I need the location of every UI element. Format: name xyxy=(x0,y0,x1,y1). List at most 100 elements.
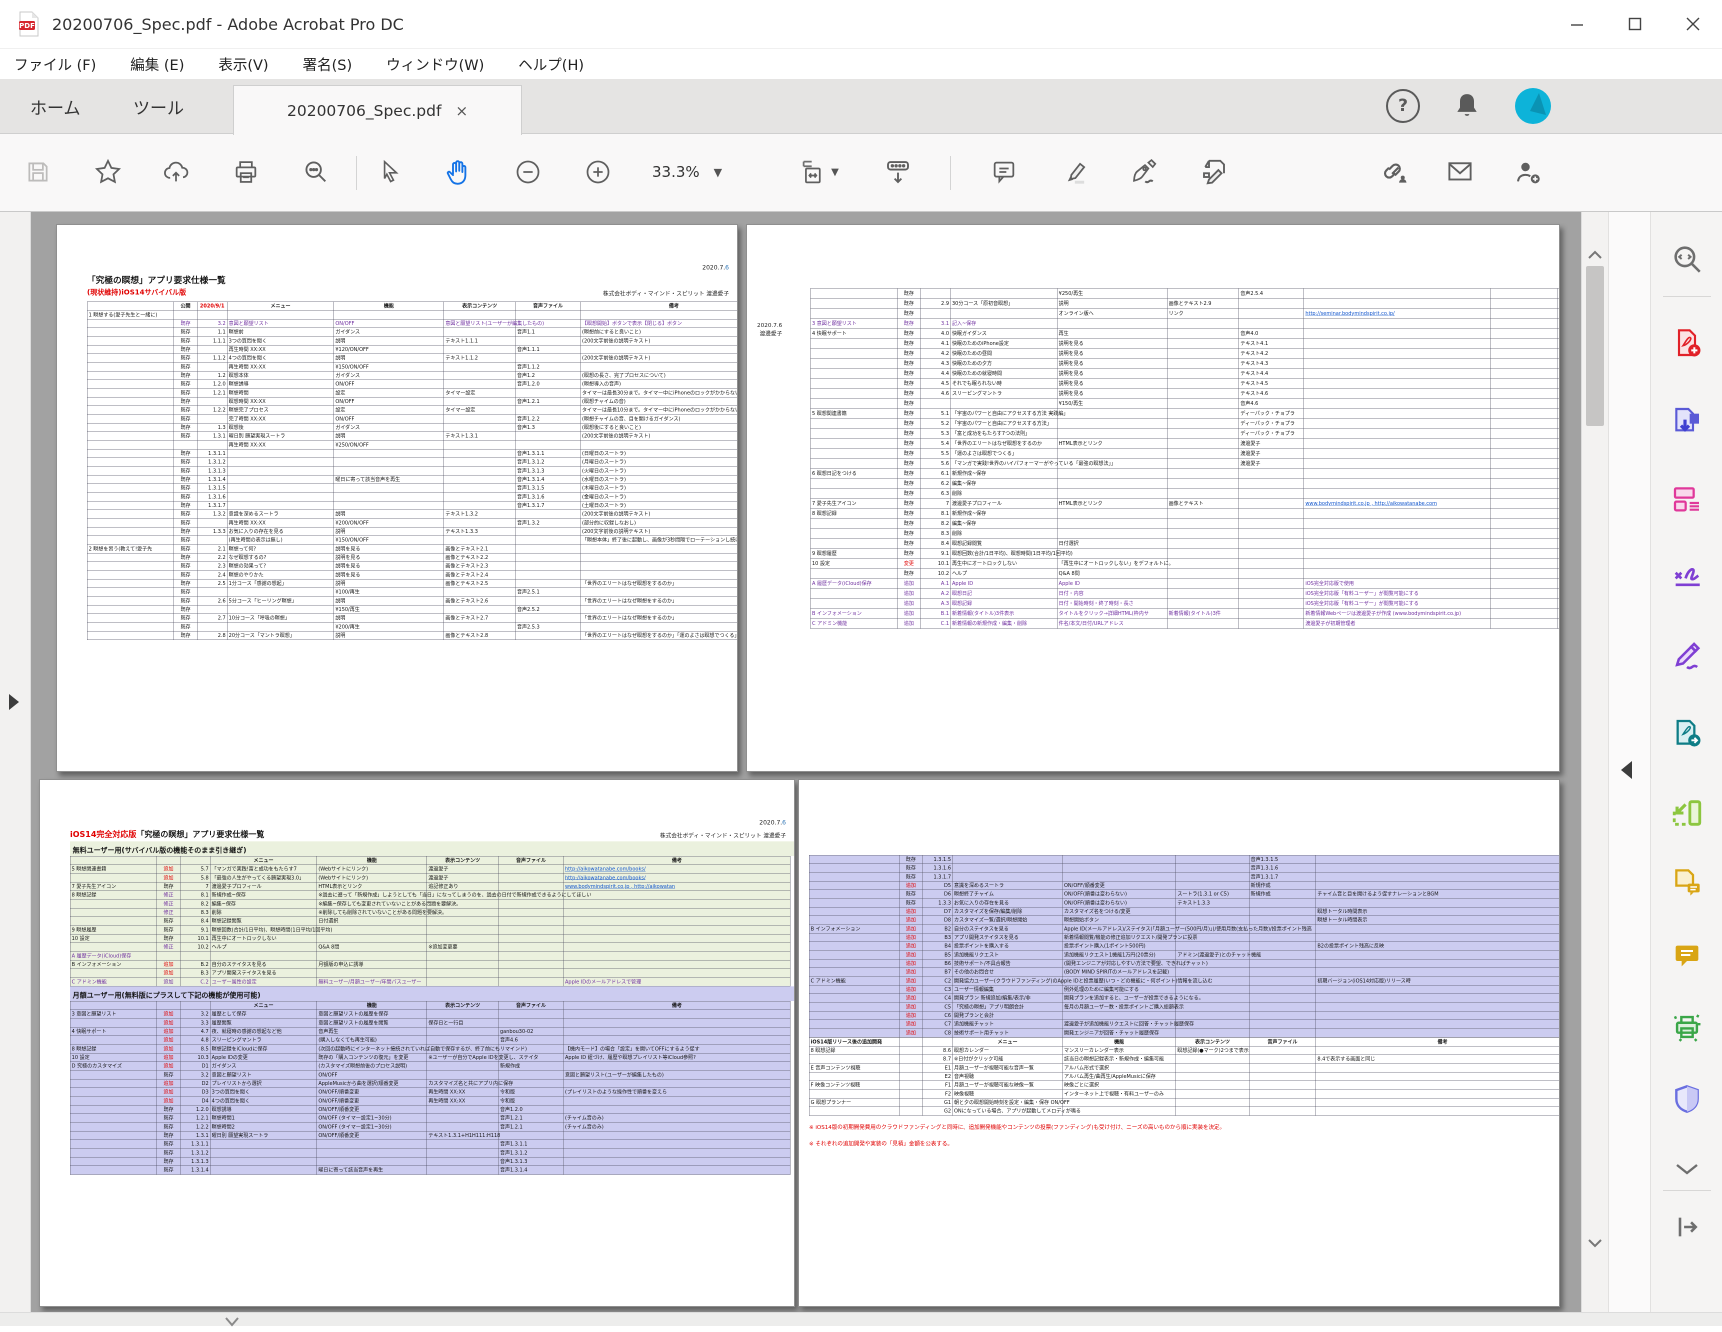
spec-row: 既存4.1快眠のためのiPhone設定説明を見るテキスト4.1 xyxy=(810,338,1560,348)
edit-pdf-button[interactable] xyxy=(1192,150,1236,194)
horizontal-scrollbar[interactable] xyxy=(0,1312,1722,1326)
spec-row: 既存1.3.1.1音声1.3.1.1(日曜日のスートラ) xyxy=(87,449,738,458)
create-pdf-icon[interactable] xyxy=(1668,324,1706,362)
maximize-button[interactable] xyxy=(1606,0,1664,48)
tab-home[interactable]: ホーム xyxy=(30,79,81,133)
fill-and-sign-icon[interactable] xyxy=(1668,558,1706,596)
menu-sign[interactable]: 署名(S) xyxy=(303,54,353,75)
protect-pdf-icon[interactable] xyxy=(1668,1080,1706,1118)
share-for-review-icon[interactable] xyxy=(1668,714,1706,752)
send-for-comments-icon[interactable] xyxy=(1668,864,1706,902)
scan-ocr-icon[interactable] xyxy=(1668,794,1706,832)
tab-document[interactable]: 20200706_Spec.pdf × xyxy=(233,85,522,135)
zoom-level-value: 33.3% xyxy=(652,163,700,181)
spec-row: 5 瞑想関連書籍既存5.1「宇宙のパワーと自由にアクセスする方法 実践編」ディー… xyxy=(810,408,1560,418)
spec-row: G2ONになっている場合、アプリが起動してメロディが鳴る xyxy=(809,1107,1560,1116)
spec-row: 既存4.2快眠のための昼間説明を見るテキスト4.2 xyxy=(810,348,1560,358)
zoom-caret-icon: ▼ xyxy=(714,166,722,179)
menu-edit[interactable]: 編集 (E) xyxy=(130,54,184,75)
spec-row: 追加C8技術サポート用チャット開発エンジニアが回答・チャット履歴保存 xyxy=(809,1028,1560,1037)
open-nav-pane-icon[interactable] xyxy=(9,694,19,710)
zoom-out-button[interactable] xyxy=(506,150,550,194)
zoom-in-button[interactable] xyxy=(576,150,620,194)
fill-sign-button[interactable] xyxy=(1122,150,1166,194)
spec-row: G 瞑想プランナーG1朝と夕の瞑想開始時刻を設定・編集・保存 ON/OFF xyxy=(809,1098,1560,1107)
comment-button[interactable] xyxy=(982,150,1026,194)
title-bar: PDF 20200706_Spec.pdf - Adobe Acrobat Pr… xyxy=(0,0,1722,49)
spec-row: 追加5.8「最強の人生がやってくる願望実現3.0」(Webサイトにリンク)渡邊愛… xyxy=(70,873,790,882)
spec-row: 既存1.3.3お気に入りの存在を見る説明テキスト1.3.3(200文字前後の説明… xyxy=(87,527,738,536)
vertical-scroll-thumb[interactable] xyxy=(1586,266,1604,426)
scroll-down-icon[interactable] xyxy=(1587,1234,1603,1253)
email-button[interactable] xyxy=(1438,150,1482,194)
expand-panel-icon[interactable] xyxy=(1668,1208,1706,1246)
document-canvas[interactable]: 2020.7.6「究極の瞑想」アプリ要求仕様一覧(現状維持)iOS14サバイバル… xyxy=(31,212,1581,1312)
spec-row: 10 設定変更10.1再生中にオートロックしない「再生中にオートロックしない」を… xyxy=(810,558,1560,568)
spec-row: 追加C4開発プラン 新規追加/編集/表示/非開発プランを追加すると、ユーザーが投… xyxy=(809,994,1560,1003)
print-button[interactable] xyxy=(224,150,268,194)
spec-row: 既存5.3「富と成功をもたらす7つの法則」ディーパック・チョプラ xyxy=(810,428,1560,438)
spec-row: A 履歴データ(iCloud)保存追加A.1Apple IDApple IDiO… xyxy=(810,578,1560,588)
spec-row: 6 瞑想日記をつける既存6.1新規作成~保存 xyxy=(810,468,1560,478)
hand-tool-button[interactable] xyxy=(436,150,480,194)
tab-close-icon[interactable]: × xyxy=(455,102,468,120)
more-tools-chevron-icon[interactable] xyxy=(1668,1150,1706,1188)
edit-pdf-tool-icon[interactable] xyxy=(1668,636,1706,674)
minimize-button[interactable] xyxy=(1548,0,1606,48)
upload-cloud-button[interactable] xyxy=(154,150,198,194)
page-fit-button[interactable]: ▼ xyxy=(790,150,848,194)
comment-tool-icon[interactable] xyxy=(1668,936,1706,974)
search-tools-icon[interactable] xyxy=(1668,240,1706,278)
footnote: ※ iOS14版の初期開発費用のクラウドファンディングと同時に、追加開発機能やコ… xyxy=(809,1122,1559,1132)
spec-row: 追加3.3履歴閲覧意図と願望リストの履歴を閲覧保存日と一行目 xyxy=(70,1018,790,1027)
tools-panel-rail xyxy=(1608,212,1650,1312)
spec-row: 既存¥100/再生音声2.5.1 xyxy=(87,588,738,597)
vertical-scrollbar[interactable] xyxy=(1581,212,1608,1312)
organize-pages-icon[interactable] xyxy=(1668,480,1706,518)
scroll-up-icon[interactable] xyxy=(1587,246,1603,265)
menu-window[interactable]: ウィンドウ(W) xyxy=(386,54,484,75)
spec-row: 修正8.3削除※削除しても削除されていないことがある問題を要解決。 xyxy=(70,908,790,917)
tab-tools[interactable]: ツール xyxy=(133,79,184,133)
spec-row: 5 瞑想関連書籍追加5.7「マンガで実践!富と成功をもたらす7(Webサイトにリ… xyxy=(70,865,790,874)
collapse-tools-panel-icon[interactable] xyxy=(1621,761,1632,779)
notifications-bell-icon[interactable] xyxy=(1450,89,1484,123)
save-button[interactable] xyxy=(16,150,60,194)
section-title: 月額ユーザー用(無料版にプラスして下記の機能が使用可能) xyxy=(70,986,795,1001)
spec-row: 2 瞑想を習う(教えて!愛子先既存2.1瞑想って何?説明を見る画像とテキスト2.… xyxy=(87,544,738,553)
select-tool-button[interactable] xyxy=(368,150,412,194)
spec-row: 既存1.2.0瞑想誘導ON/OFF音声1.2.0(瞑想導入の音声) xyxy=(87,380,738,389)
spec-row: 既存1.3.1.4曜日に寄って該当音声を再生音声1.3.1.4 xyxy=(70,1166,790,1175)
spec-row: 既存1.1瞑想前ガイダンス音声1.1(瞑想前にすると良いこと) xyxy=(87,328,738,337)
share-link-button[interactable] xyxy=(1372,150,1416,194)
spec-row: 既存1.2.0瞑想誘導ON/OFF/順番変更音声1.2.0 xyxy=(70,1105,790,1114)
spec-row: 既存1.3.1.5音声1.3.1.5(木曜日のスートラ) xyxy=(87,484,738,493)
spec-row: 8 瞑想記録修正8.1新規作成~保存※過去に遡って「新規作成」しようとしても「当… xyxy=(70,891,790,900)
spec-row: 10 設定追加10.3Apple IDの変更既存の「購入コンテンツの復元」を変更… xyxy=(70,1053,790,1062)
account-avatar[interactable] xyxy=(1514,89,1552,123)
spec-row: 既存8.2編集~保存 xyxy=(810,518,1560,528)
close-button[interactable] xyxy=(1664,0,1722,48)
spec-row: 既存2.820分コース「マントラ瞑想」説明画像とテキスト2.8「世界のエリートは… xyxy=(87,631,738,640)
spec-row: 既存8.4瞑想記録閲覧日付選択 xyxy=(70,917,790,926)
zoom-level-dropdown[interactable]: 33.3% ▼ xyxy=(652,150,722,194)
spec-row: 修正10.2ヘルプQ&A 8問※追加変更要 xyxy=(70,943,790,952)
find-button[interactable] xyxy=(294,150,338,194)
print-production-icon[interactable] xyxy=(1668,1008,1706,1046)
highlight-button[interactable] xyxy=(1054,150,1098,194)
spec-row: 既存1.2瞑想本体ガイダンス音声1.2(瞑想の長さ、完了プロセスについて) xyxy=(87,371,738,380)
menu-file[interactable]: ファイル (F) xyxy=(14,54,96,75)
spec-row: B インフォメーション追加B2自分のステイタスを見るApple ID(メールアド… xyxy=(809,924,1560,933)
help-icon[interactable]: ? xyxy=(1386,89,1420,123)
menu-view[interactable]: 表示(V) xyxy=(218,54,268,75)
spec-row: 9 瞑想履歴既存9.1瞑想回数(合計/1日平均)、瞑想時間(1日平均/1回平均) xyxy=(70,925,790,934)
spec-row: 1 瞑想する(愛子先生と一緒に) xyxy=(87,310,738,319)
spec-row: 追加B.3アプリ開発ステイタスを見る xyxy=(70,969,790,978)
page-scrolling-button[interactable] xyxy=(876,150,920,194)
star-favorite-button[interactable] xyxy=(86,150,130,194)
spec-row: 既存2.51分コース「感謝の想起」説明画像とテキスト2.5「世界のエリートはなぜ… xyxy=(87,579,738,588)
send-for-signature-button[interactable] xyxy=(1506,150,1550,194)
menu-help[interactable]: ヘルプ(H) xyxy=(518,54,584,75)
spec-row: 既存8.3削除 xyxy=(810,528,1560,538)
export-pdf-icon[interactable] xyxy=(1668,402,1706,440)
